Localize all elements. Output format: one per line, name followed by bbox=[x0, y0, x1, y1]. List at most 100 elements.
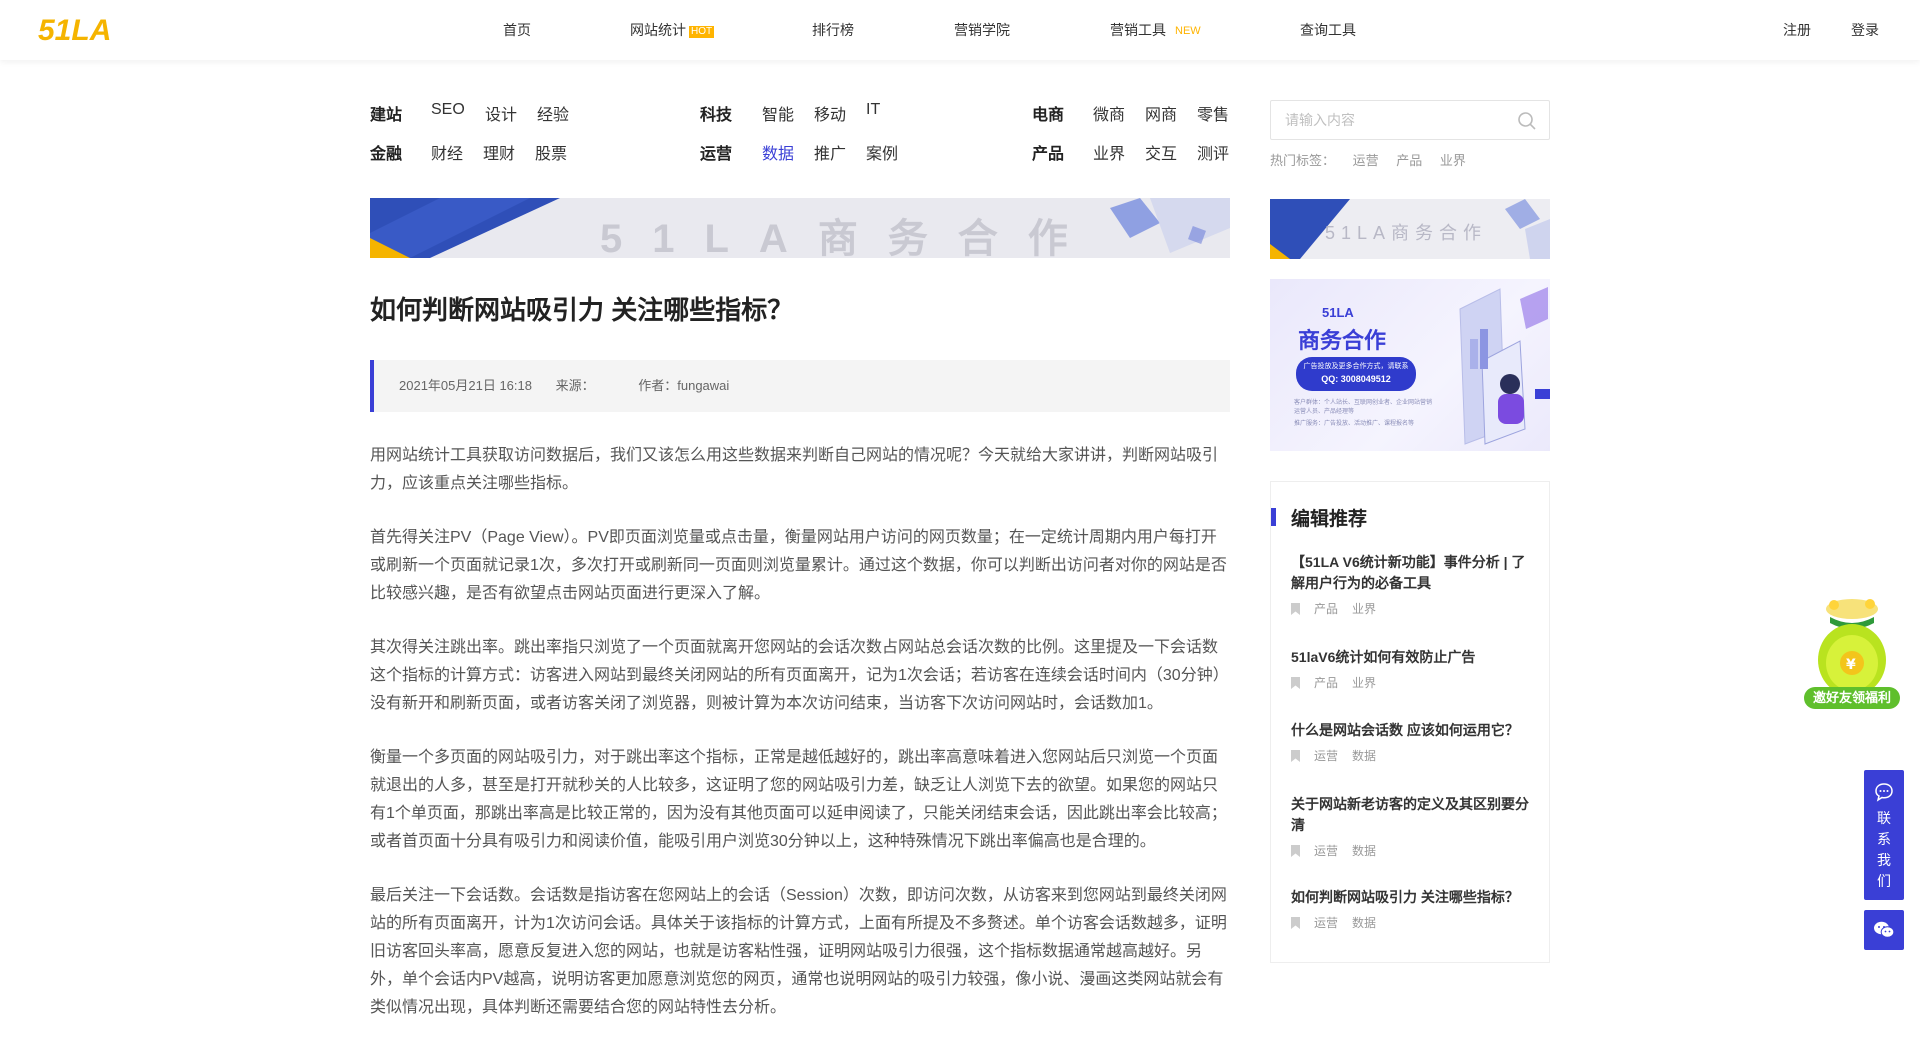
category-link[interactable]: 交互 bbox=[1145, 140, 1177, 164]
pick-tag[interactable]: 业界 bbox=[1352, 600, 1376, 617]
search-icon[interactable] bbox=[1517, 111, 1537, 131]
pick-tag[interactable]: 运营 bbox=[1314, 842, 1338, 859]
category-link[interactable]: 业界 bbox=[1093, 140, 1125, 164]
category-link[interactable]: 理财 bbox=[483, 140, 515, 164]
pick-tag[interactable]: 运营 bbox=[1314, 914, 1338, 931]
pick-title[interactable]: 51laV6统计如何有效防止广告 bbox=[1291, 647, 1531, 668]
contact-us-button[interactable]: 联系我们 bbox=[1864, 770, 1904, 900]
contact-us-char: 我 bbox=[1877, 852, 1891, 868]
hot-tags: 热门标签： 运营 产品 业界 bbox=[1270, 150, 1480, 169]
pick-tags: 产品 业界 bbox=[1291, 674, 1531, 691]
top-header: 51LA 首页 网站统计 HOT 排行榜 营销学院 营销工具 NEW 查询工具 注册… bbox=[0, 0, 1920, 60]
pick-title[interactable]: 关于网站新老访客的定义及其区别要分清 bbox=[1291, 794, 1531, 836]
invite-gift-widget[interactable]: ¥ 邀好友领福利 bbox=[1800, 595, 1904, 713]
pick-tag[interactable]: 数据 bbox=[1352, 842, 1376, 859]
pick-item[interactable]: 关于网站新老访客的定义及其区别要分清 运营 数据 bbox=[1291, 794, 1531, 859]
article-paragraph: 首先得关注PV（Page View）。PV即页面浏览量或点击量，衡量网站用户访问… bbox=[370, 529, 1227, 602]
ad-title: 商务合作 bbox=[1298, 328, 1387, 353]
category-link[interactable]: 测评 bbox=[1197, 140, 1229, 164]
pick-title[interactable]: 如何判断网站吸引力 关注哪些指标？ bbox=[1291, 887, 1531, 908]
category-head[interactable]: 建站 bbox=[370, 101, 402, 125]
category-link[interactable]: SEO bbox=[431, 101, 465, 119]
ad-banner[interactable]: 51LA 商务合作 广告投放及更多合作方式，请联系 QQ: 3008049512… bbox=[1270, 279, 1550, 451]
article-date: 2021年05月21日 16:18 bbox=[399, 378, 532, 393]
main-nav: 首页 网站统计 HOT 排行榜 营销学院 营销工具 NEW 查询工具 bbox=[0, 0, 1920, 60]
category-link[interactable]: 智能 bbox=[762, 101, 794, 125]
category-link[interactable]: 微商 bbox=[1093, 101, 1125, 125]
category-link[interactable]: 财经 bbox=[431, 140, 463, 164]
register-link[interactable]: 注册 bbox=[1783, 0, 1811, 60]
category-head[interactable]: 产品 bbox=[1032, 140, 1064, 164]
category-head[interactable]: 金融 bbox=[370, 140, 402, 164]
pick-item[interactable]: 【51LA V6统计新功能】事件分析 | 了解用户行为的必备工具 产品 业界 bbox=[1291, 552, 1531, 617]
contact-us-char: 联 bbox=[1877, 810, 1891, 826]
contact-us-char: 们 bbox=[1877, 873, 1891, 889]
pick-tags: 运营 数据 bbox=[1291, 842, 1531, 859]
pick-tag[interactable]: 业界 bbox=[1352, 674, 1376, 691]
category-link[interactable]: 移动 bbox=[814, 101, 846, 125]
side-banner-text: 51LA商务合作 bbox=[1325, 223, 1488, 243]
pick-item[interactable]: 51laV6统计如何有效防止广告 产品 业界 bbox=[1291, 647, 1531, 691]
wechat-button[interactable] bbox=[1864, 910, 1904, 950]
nav-label: 首页 bbox=[503, 22, 531, 38]
nav-marketing-tools[interactable]: 营销工具 NEW bbox=[1110, 0, 1201, 60]
pick-item[interactable]: 什么是网站会话数 应该如何运用它？ 运营 数据 bbox=[1291, 720, 1531, 764]
article-paragraph: 其次得关注跳出率。跳出率指只浏览了一个页面就离开您网站的会话次数占网站总会话次数… bbox=[370, 639, 1229, 712]
contact-us-text: 联系我们 bbox=[1864, 808, 1904, 892]
article-title: 如何判断网站吸引力 关注哪些指标？ bbox=[370, 295, 794, 325]
editor-picks-title: 编辑推荐 bbox=[1291, 509, 1368, 530]
article-author: 作者：fungawai bbox=[638, 378, 730, 393]
side-business-banner[interactable]: 51LA商务合作 bbox=[1270, 199, 1550, 259]
chat-bubble-icon bbox=[1875, 783, 1893, 802]
bookmark-icon bbox=[1291, 602, 1300, 615]
banner-text: 51LA商务合作 bbox=[600, 217, 1098, 258]
nav-ranking[interactable]: 排行榜 bbox=[812, 0, 854, 60]
pick-tags: 运营 数据 bbox=[1291, 914, 1531, 931]
category-link[interactable]: 设计 bbox=[485, 101, 517, 125]
nav-marketing-academy[interactable]: 营销学院 bbox=[954, 0, 1010, 60]
category-link[interactable]: 经验 bbox=[537, 101, 569, 125]
category-link[interactable]: 网商 bbox=[1145, 101, 1177, 125]
bookmark-icon bbox=[1291, 916, 1300, 929]
hot-tag[interactable]: 业界 bbox=[1440, 153, 1466, 168]
pick-tags: 运营 数据 bbox=[1291, 747, 1531, 764]
category-link[interactable]: IT bbox=[866, 101, 880, 119]
category-link[interactable]: 推广 bbox=[814, 140, 846, 164]
article-paragraph: 用网站统计工具获取访问数据后，我们又该怎么用这些数据来判断自己网站的情况呢？今天… bbox=[370, 447, 1219, 492]
category-link-active[interactable]: 数据 bbox=[762, 140, 794, 164]
article-meta: 2021年05月21日 16:18 来源： 作者：fungawai bbox=[370, 360, 1230, 412]
business-banner[interactable]: 51LA商务合作 bbox=[370, 198, 1230, 258]
nav-label: 营销学院 bbox=[954, 22, 1010, 38]
search-box bbox=[1270, 100, 1550, 140]
search-input[interactable] bbox=[1285, 101, 1505, 139]
pick-tag[interactable]: 运营 bbox=[1314, 747, 1338, 764]
category-head[interactable]: 运营 bbox=[700, 140, 732, 164]
pick-title[interactable]: 什么是网站会话数 应该如何运用它？ bbox=[1291, 720, 1531, 741]
category-link[interactable]: 零售 bbox=[1197, 101, 1229, 125]
hot-tag[interactable]: 运营 bbox=[1353, 153, 1379, 168]
contact-us-label: 联系我们 bbox=[1864, 808, 1904, 892]
login-link[interactable]: 登录 bbox=[1851, 0, 1879, 60]
pick-tag[interactable]: 产品 bbox=[1314, 674, 1338, 691]
category-head[interactable]: 电商 bbox=[1032, 101, 1064, 125]
bookmark-icon bbox=[1291, 844, 1300, 857]
category-link[interactable]: 案例 bbox=[866, 140, 898, 164]
pick-tag[interactable]: 数据 bbox=[1352, 747, 1376, 764]
section-accent-bar bbox=[1271, 508, 1276, 526]
hot-tags-label: 热门标签： bbox=[1270, 153, 1336, 168]
nav-label: 营销工具 bbox=[1110, 22, 1166, 38]
nav-site-stats[interactable]: 网站统计 HOT bbox=[630, 0, 715, 60]
ad-contact-pill: 广告投放及更多合作方式，请联系 QQ: 3008049512 bbox=[1296, 357, 1416, 391]
pick-item[interactable]: 如何判断网站吸引力 关注哪些指标？ 运营 数据 bbox=[1291, 887, 1531, 931]
pick-title[interactable]: 【51LA V6统计新功能】事件分析 | 了解用户行为的必备工具 bbox=[1291, 552, 1531, 594]
article-paragraph: 衡量一个多页面的网站吸引力，对于跳出率这个指标，正常是越低越好的，跳出率高意味着… bbox=[370, 749, 1227, 850]
category-link[interactable]: 股票 bbox=[535, 140, 567, 164]
pick-tag[interactable]: 产品 bbox=[1314, 600, 1338, 617]
pick-tag[interactable]: 数据 bbox=[1352, 914, 1376, 931]
nav-query-tools[interactable]: 查询工具 bbox=[1300, 0, 1356, 60]
category-head[interactable]: 科技 bbox=[700, 101, 732, 125]
hot-tag[interactable]: 产品 bbox=[1396, 153, 1422, 168]
nav-label: 查询工具 bbox=[1300, 22, 1356, 38]
nav-label: 排行榜 bbox=[812, 22, 854, 38]
nav-home[interactable]: 首页 bbox=[503, 0, 531, 60]
